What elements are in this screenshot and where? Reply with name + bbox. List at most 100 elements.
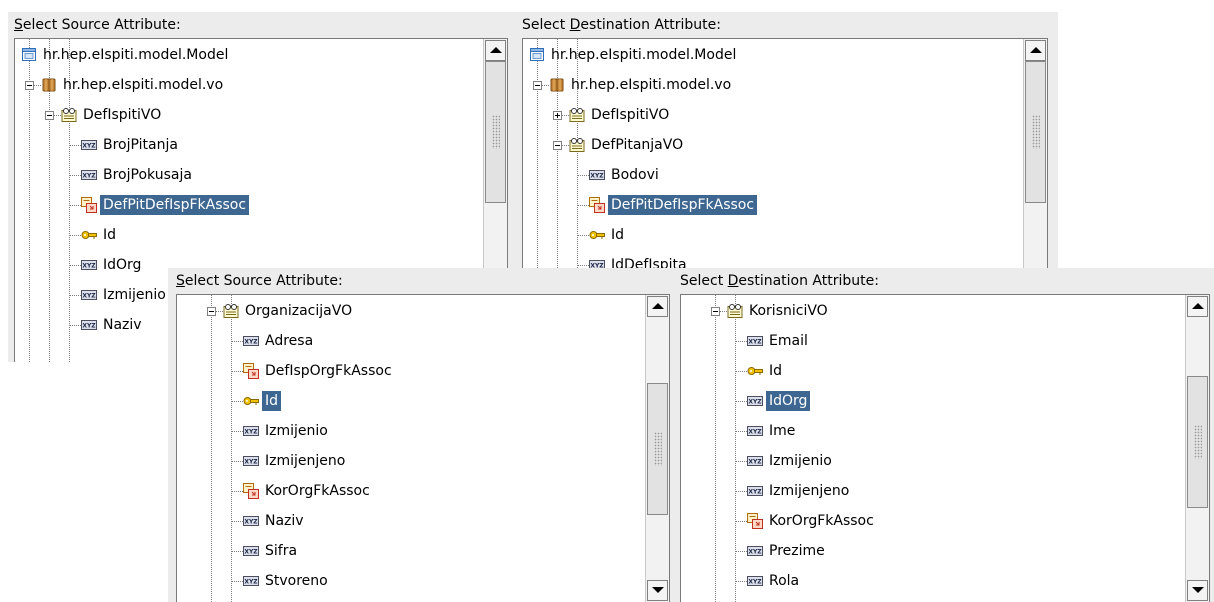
scroll-up-button[interactable] [1187, 296, 1208, 317]
collapse-icon[interactable] [207, 307, 216, 316]
tree-node[interactable]: XYZ Bodovi [523, 160, 1023, 190]
tree-node[interactable]: XYZ Adresa [177, 326, 645, 356]
tree-node-label: Rola [769, 573, 800, 589]
destination-scrollbar[interactable] [1185, 295, 1209, 602]
destination-tree[interactable]: KorisniciVO XYZ Email Id XYZ IdOrg XYZ Ime XYZ Iz… [680, 294, 1210, 602]
tree-node[interactable]: XYZ Email [681, 326, 1185, 356]
tree-node[interactable]: DefPitanjaVO [523, 130, 1023, 160]
tree-node-label: Id [103, 227, 117, 243]
association-icon [243, 483, 259, 499]
expand-icon[interactable] [553, 111, 562, 120]
scroll-thumb[interactable] [647, 383, 668, 515]
tree-connector [577, 265, 589, 266]
scroll-thumb[interactable] [1187, 376, 1208, 508]
tree-node[interactable]: XYZ Stvoreno [177, 566, 645, 596]
scroll-up-button[interactable] [1025, 40, 1046, 61]
tree-node[interactable]: DefPitDefIspFkAssoc [15, 190, 483, 220]
attribute-icon: XYZ [81, 260, 97, 270]
scroll-down-button[interactable] [647, 580, 668, 601]
tree-node[interactable]: DefIspitiVO [523, 100, 1023, 130]
tree-node[interactable]: hr.hep.eIspiti.model.vo [523, 70, 1023, 100]
tree-node[interactable]: XYZ BrojPokusaja [15, 160, 483, 190]
attribute-icon: XYZ [589, 170, 605, 180]
tree-node[interactable]: Id [177, 386, 645, 416]
scroll-up-button[interactable] [485, 40, 506, 61]
scroll-up-button[interactable] [647, 296, 668, 317]
tree-node[interactable]: hr.hep.eIspiti.model.Model [523, 40, 1023, 70]
svg-text:XYZ: XYZ [244, 339, 258, 346]
model-icon [530, 48, 544, 61]
tree-node[interactable]: XYZ BrojPitanja [15, 130, 483, 160]
tree-node[interactable]: DefPitDefIspFkAssoc [523, 190, 1023, 220]
tree-connector [69, 175, 81, 176]
association-icon [81, 197, 97, 213]
scroll-down-button[interactable] [1187, 580, 1208, 601]
collapse-icon[interactable] [553, 141, 562, 150]
tree-connector [231, 551, 243, 552]
collapse-icon[interactable] [711, 307, 720, 316]
tree-node-label: IdOrg [103, 257, 142, 273]
tree-node[interactable]: KorOrgFkAssoc [177, 476, 645, 506]
tree-node[interactable]: XYZSifra [681, 596, 1185, 602]
tree-node-label: Id [611, 227, 625, 243]
tree-connector [735, 431, 747, 432]
tree-node[interactable]: KorOrgFkAssoc [681, 506, 1185, 536]
tree-node-label: DefIspOrgFkAssoc [265, 363, 392, 379]
tree-node[interactable]: XYZ Prezime [681, 536, 1185, 566]
tree-node[interactable]: DefIspOrgFkAssoc [177, 356, 645, 386]
tree-node[interactable]: XYZ Izmijenjeno [681, 476, 1185, 506]
association-icon [243, 363, 259, 379]
tree-node[interactable]: Id [681, 356, 1185, 386]
tree-node[interactable]: Id [15, 220, 483, 250]
collapse-icon[interactable] [533, 81, 542, 90]
tree-node[interactable]: XYZ Izmijenio [681, 446, 1185, 476]
attribute-icon: XYZ [243, 456, 259, 466]
tree-node[interactable]: XYZ Izmijenio [177, 416, 645, 446]
tree-node-label: Ime [769, 423, 796, 439]
source-scrollbar[interactable] [645, 295, 669, 602]
tree-node[interactable]: OrganizacijaVO [177, 296, 645, 326]
tree-connector [735, 521, 747, 522]
source-tree[interactable]: OrganizacijaVO XYZ Adresa DefIspOrgFkAssoc I… [176, 294, 670, 602]
tree-connector [69, 205, 81, 206]
tree-node[interactable]: hr.hep.eIspiti.model.Model [15, 40, 483, 70]
svg-text:XYZ: XYZ [244, 579, 258, 586]
tree-node[interactable]: XYZStvorio [177, 596, 645, 602]
svg-text:XYZ: XYZ [748, 459, 762, 466]
tree-node[interactable]: hr.hep.eIspiti.model.vo [15, 70, 483, 100]
attribute-icon: XYZ [243, 426, 259, 436]
tree-connector [735, 551, 747, 552]
tree-node[interactable]: XYZ Rola [681, 566, 1185, 596]
tree-connector [69, 295, 81, 296]
tree-connector [735, 581, 747, 582]
tree-node[interactable]: XYZ Ime [681, 416, 1185, 446]
tree-node[interactable]: DefIspitiVO [15, 100, 483, 130]
attribute-icon: XYZ [747, 486, 763, 496]
tree-node-label: DefPitDefIspFkAssoc [100, 195, 250, 215]
package-icon [550, 78, 564, 92]
tree-node[interactable]: Id [523, 220, 1023, 250]
svg-text:XYZ: XYZ [82, 323, 96, 330]
tree-node-label: Id [769, 363, 783, 379]
tree-connector [577, 175, 589, 176]
tree-connector [69, 325, 81, 326]
tree-node[interactable]: KorisniciVO [681, 296, 1185, 326]
collapse-icon[interactable] [45, 111, 54, 120]
svg-text:XYZ: XYZ [748, 579, 762, 586]
svg-text:XYZ: XYZ [748, 399, 762, 406]
view-object-icon [61, 108, 77, 122]
tree-node[interactable]: XYZ IdOrg [681, 386, 1185, 416]
tree-node-label: hr.hep.eIspiti.model.Model [43, 47, 229, 63]
view-object-icon [569, 108, 585, 122]
tree-node[interactable]: XYZSifra [177, 536, 645, 566]
view-object-icon [727, 304, 743, 318]
tree-node-label: KorisniciVO [749, 303, 828, 319]
collapse-icon[interactable] [25, 81, 34, 90]
tree-node[interactable]: XYZ Naziv [177, 506, 645, 536]
tree-node-label: OrganizacijaVO [245, 303, 353, 319]
scroll-thumb[interactable] [485, 61, 506, 203]
tree-node[interactable]: XYZ Izmijenjeno [177, 446, 645, 476]
tree-node-label: DefPitanjaVO [591, 137, 684, 153]
svg-text:XYZ: XYZ [748, 429, 762, 436]
scroll-thumb[interactable] [1025, 61, 1046, 203]
